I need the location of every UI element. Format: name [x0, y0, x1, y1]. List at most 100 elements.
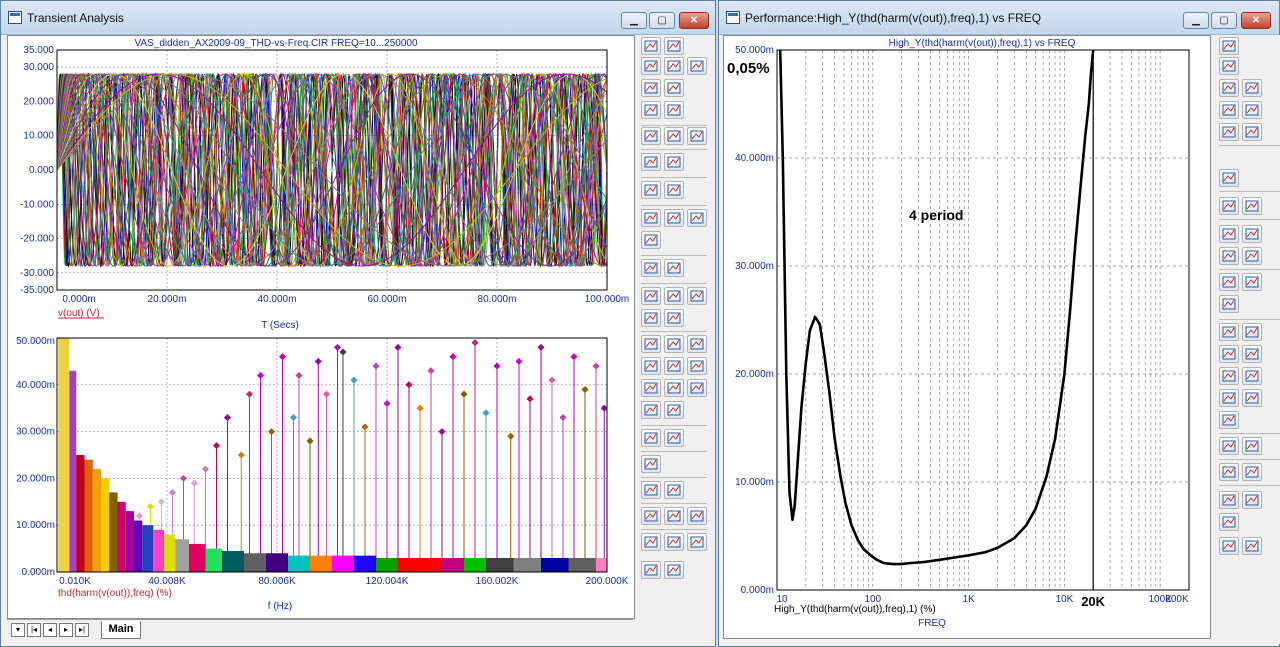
inflection-icon[interactable] [1219, 367, 1239, 385]
title-bar[interactable]: Transient Analysis ▁ ▢ ✕ [1, 1, 715, 35]
performance-plot-area[interactable]: High_Y(thd(harm(v(out)),freq),1) vs FREQ… [723, 35, 1211, 639]
inflection-icon[interactable] [664, 357, 684, 375]
low-icon[interactable] [641, 357, 661, 375]
zoom-out-icon[interactable] [664, 507, 684, 525]
stack-plots-icon[interactable] [641, 231, 661, 249]
copy-pane-icon[interactable] [1219, 537, 1239, 555]
select-mode-icon[interactable] [1219, 37, 1239, 55]
function-icon[interactable] [664, 79, 684, 97]
stop-icon[interactable] [664, 127, 684, 145]
tile-horizontal-icon[interactable] [1242, 225, 1262, 243]
zoom-out-icon[interactable] [1242, 463, 1262, 481]
cursor-right-icon[interactable] [664, 153, 684, 171]
peak-icon[interactable] [641, 335, 661, 353]
edit-doc-icon[interactable] [664, 309, 684, 327]
valley-icon[interactable] [1242, 323, 1262, 341]
peak-icon[interactable] [1219, 323, 1239, 341]
zoom-in-icon[interactable] [641, 507, 661, 525]
transient-trace-label[interactable]: v(out) (V) [58, 308, 100, 319]
high-icon[interactable] [1219, 345, 1239, 363]
slope-icon[interactable] [1242, 367, 1262, 385]
cursor-spacing-icon[interactable] [664, 481, 684, 499]
performance-plot[interactable]: High_Y(thd(harm(v(out)),freq),1) vs FREQ… [724, 36, 1210, 638]
cursor-spacing-icon[interactable] [1242, 437, 1262, 455]
last-tab-button[interactable]: ▸| [75, 623, 89, 637]
high-icon[interactable] [687, 335, 707, 353]
scale-mode-icon[interactable] [1219, 79, 1239, 97]
plot-area[interactable]: VAS_didden_AX2009-09_THD-vs-Freq.CIR FRE… [7, 35, 635, 619]
zoom-mode-icon[interactable] [664, 57, 684, 75]
crossing-icon[interactable] [1219, 411, 1239, 429]
tile-vertical-icon[interactable] [1219, 225, 1239, 243]
data-points-icon[interactable] [1242, 101, 1262, 119]
maximize-button[interactable]: ▢ [1211, 12, 1237, 29]
paste-pane-icon[interactable] [1242, 537, 1262, 555]
title-bar[interactable]: Performance:High_Y(thd(harm(v(out)),freq… [719, 1, 1279, 35]
paste-pane-icon[interactable] [664, 561, 684, 579]
layout-grid-icon[interactable] [641, 533, 661, 551]
rising-edge-icon[interactable] [641, 379, 661, 397]
cursor-left-icon[interactable] [1219, 197, 1239, 215]
falling-edge-icon[interactable] [1242, 389, 1262, 407]
fit-lens-icon[interactable] [687, 287, 707, 305]
grid-toggle-icon[interactable] [641, 181, 661, 199]
slope-icon[interactable] [687, 357, 707, 375]
pause-icon[interactable] [687, 127, 707, 145]
numeric-output-icon[interactable] [641, 455, 661, 473]
trace-spacing-icon[interactable] [1219, 437, 1239, 455]
graphics-tools-icon[interactable] [1219, 57, 1239, 75]
text-tool-icon[interactable] [1242, 123, 1262, 141]
text-tool-icon[interactable] [641, 101, 661, 119]
properties-icon[interactable] [664, 101, 684, 119]
run-icon[interactable] [641, 127, 661, 145]
harmonic-trace-label[interactable]: thd(harm(v(out)),freq) (%) [58, 588, 172, 599]
low-icon[interactable] [1242, 345, 1262, 363]
scale-mode-icon[interactable] [641, 57, 661, 75]
copy-menu-icon[interactable] [641, 429, 661, 447]
cursor-left-icon[interactable] [641, 153, 661, 171]
fit-lens-icon[interactable] [1219, 295, 1239, 313]
performance-trace-label[interactable]: High_Y(thd(harm(v(out)),freq),1) (%) [774, 604, 936, 615]
tile-all-icon[interactable] [1219, 247, 1239, 265]
next-tab-button[interactable]: ▸ [59, 623, 73, 637]
tile-all-icon[interactable] [687, 209, 707, 227]
trace-spacing-icon[interactable] [641, 481, 661, 499]
zoom-out-lens-icon[interactable] [1242, 273, 1262, 291]
crossing-icon[interactable] [687, 379, 707, 397]
minor-grid-icon[interactable] [664, 181, 684, 199]
tab-main[interactable]: Main [101, 621, 141, 639]
falling-edge-icon[interactable] [664, 379, 684, 397]
split-grid-icon[interactable] [664, 259, 684, 277]
zoom-out-lens-icon[interactable] [664, 287, 684, 305]
tab-menu-button[interactable]: ▾ [11, 623, 25, 637]
split-horizontal-icon[interactable] [641, 259, 661, 277]
dropdown-arrow-icon[interactable] [1242, 491, 1262, 509]
first-tab-button[interactable]: |◂ [27, 623, 41, 637]
zoom-in-lens-icon[interactable] [641, 287, 661, 305]
zoom-percent-icon[interactable] [687, 507, 707, 525]
dropdown-arrow-icon[interactable] [664, 533, 684, 551]
tile-vertical-icon[interactable] [641, 209, 661, 227]
zoom-in-icon[interactable] [1219, 463, 1239, 481]
prev-tab-button[interactable]: ◂ [43, 623, 57, 637]
minimize-button[interactable]: ▁ [1183, 12, 1209, 29]
font-format-icon[interactable] [687, 533, 707, 551]
function-icon[interactable] [1219, 123, 1239, 141]
stack-plots-icon[interactable] [1242, 247, 1262, 265]
transient-plots[interactable]: VAS_didden_AX2009-09_THD-vs-Freq.CIR FRE… [8, 36, 634, 618]
close-button[interactable]: ✕ [1241, 12, 1271, 29]
global-low-icon[interactable] [664, 401, 684, 419]
pan-mode-icon[interactable] [687, 57, 707, 75]
properties-icon[interactable] [1219, 169, 1239, 187]
select-mode-icon[interactable] [641, 37, 661, 55]
tile-horizontal-icon[interactable] [664, 209, 684, 227]
graphics-tools-icon[interactable] [664, 37, 684, 55]
valley-icon[interactable] [664, 335, 684, 353]
zoom-mode-icon[interactable] [1242, 79, 1262, 97]
font-format-icon[interactable] [1219, 513, 1239, 531]
close-button[interactable]: ✕ [679, 12, 709, 29]
cursor-right-icon[interactable] [1242, 197, 1262, 215]
minimize-button[interactable]: ▁ [621, 12, 647, 29]
color-ring-icon[interactable] [641, 309, 661, 327]
zoom-in-lens-icon[interactable] [1219, 273, 1239, 291]
